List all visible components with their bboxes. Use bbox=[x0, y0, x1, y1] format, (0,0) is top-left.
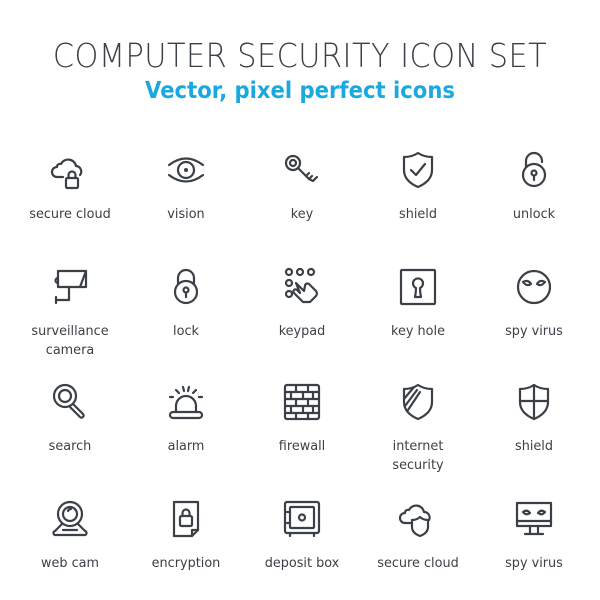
icon-tile: secure cloud bbox=[360, 499, 476, 573]
keypad-icon bbox=[284, 267, 318, 304]
icon-tile: secure cloud bbox=[12, 150, 128, 224]
icon-tile: internet security bbox=[360, 382, 476, 475]
cloud-lock-icon bbox=[50, 158, 83, 190]
icon-tile: deposit box bbox=[244, 499, 360, 573]
icon-tile: unlock bbox=[476, 150, 592, 224]
shield-check-icon bbox=[402, 151, 434, 189]
icon-tile: lock bbox=[128, 267, 244, 341]
icon-label: shield bbox=[515, 438, 553, 454]
icon-label: unlock bbox=[512, 206, 556, 222]
eye-icon bbox=[167, 157, 205, 183]
icon-label: search bbox=[48, 438, 92, 454]
locked-document-icon bbox=[172, 500, 200, 538]
icon-tile: vision bbox=[128, 150, 244, 224]
icon-label: surveillance camera bbox=[31, 323, 109, 358]
icon-label: web cam bbox=[40, 555, 100, 571]
icon-label: encryption bbox=[151, 555, 221, 571]
surveillance-camera-icon bbox=[54, 269, 88, 305]
key-icon bbox=[284, 154, 319, 183]
key-hole-icon bbox=[399, 268, 437, 306]
icon-tile: shield bbox=[476, 382, 592, 456]
page-title: COMPUTER SECURITY ICON SET bbox=[52, 36, 548, 75]
shield-stripes-icon bbox=[402, 383, 434, 421]
icon-tile: web cam bbox=[12, 499, 128, 573]
icon-tile: search bbox=[12, 382, 128, 456]
icon-label: key bbox=[290, 206, 314, 222]
icon-tile: key hole bbox=[360, 267, 476, 341]
icon-tile: spy virus bbox=[476, 267, 592, 341]
icon-tile: firewall bbox=[244, 382, 360, 456]
siren-icon bbox=[168, 385, 204, 420]
page-subtitle: Vector, pixel perfect icons bbox=[144, 78, 456, 104]
lock-icon bbox=[173, 268, 199, 305]
icon-tile: keypad bbox=[244, 267, 360, 341]
icon-tile: alarm bbox=[128, 382, 244, 456]
monitor-alien-icon bbox=[515, 501, 553, 536]
icon-label: spy virus bbox=[505, 323, 563, 339]
brick-wall-icon bbox=[283, 383, 321, 421]
icon-tile: surveillance camera bbox=[12, 267, 128, 360]
icon-label: alarm bbox=[167, 438, 205, 454]
icon-label: firewall bbox=[278, 438, 326, 454]
webcam-icon bbox=[52, 500, 88, 537]
cloud-shield-icon bbox=[398, 504, 431, 538]
icon-label: keypad bbox=[278, 323, 326, 339]
icon-label: spy virus bbox=[505, 555, 563, 571]
icon-label: deposit box bbox=[264, 555, 340, 571]
unlock-icon bbox=[521, 151, 547, 188]
icon-tile: key bbox=[244, 150, 360, 224]
icon-label: secure cloud bbox=[377, 555, 459, 571]
icon-label: internet security bbox=[392, 438, 444, 473]
shield-cross-icon bbox=[518, 383, 550, 421]
icon-label: lock bbox=[173, 323, 199, 339]
alien-face-icon bbox=[516, 269, 552, 305]
icon-tile: encryption bbox=[128, 499, 244, 573]
icon-label: key hole bbox=[391, 323, 445, 339]
magnifier-icon bbox=[52, 383, 85, 419]
safe-icon bbox=[283, 500, 321, 538]
icon-label: vision bbox=[167, 206, 205, 222]
icon-tile: spy virus bbox=[476, 499, 592, 573]
icon-label: shield bbox=[399, 206, 437, 222]
icon-tile: shield bbox=[360, 150, 476, 224]
icon-label: secure cloud bbox=[29, 206, 111, 222]
